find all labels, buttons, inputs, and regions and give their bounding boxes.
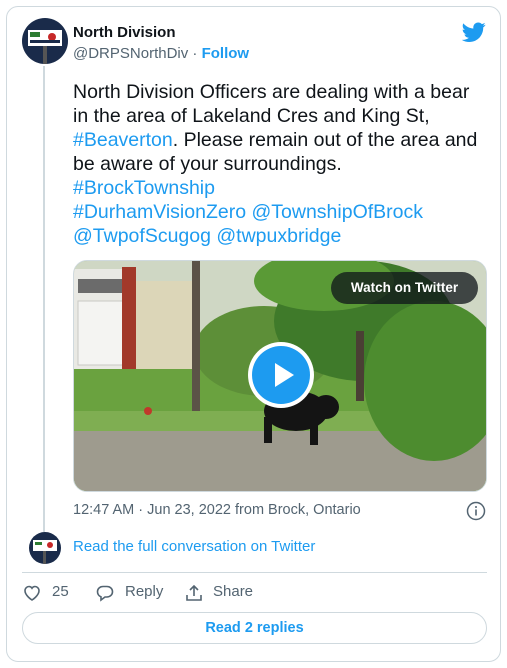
- reply-button[interactable]: Reply: [125, 583, 163, 605]
- share-button[interactable]: Share: [213, 583, 253, 605]
- hashtag-brocktownship[interactable]: #BrockTownship: [73, 177, 215, 199]
- tweet-text: North Division Officers are dealing with…: [73, 80, 493, 248]
- hashtag-durhamvisionzero[interactable]: #DurhamVisionZero: [73, 201, 246, 223]
- mention-twpofscugog[interactable]: @TwpofScugog: [73, 225, 211, 247]
- tweet-line-4: be aware of your surroundings.: [73, 153, 342, 175]
- read-replies-button[interactable]: Read 2 replies: [22, 612, 487, 644]
- tweet-line-6: #DurhamVisionZero @TownshipOfBrock: [73, 200, 493, 224]
- divider: [22, 572, 487, 573]
- separator-dot: ·: [192, 45, 198, 62]
- read-conversation-link[interactable]: Read the full conversation on Twitter: [73, 538, 315, 555]
- play-button[interactable]: [248, 342, 314, 408]
- tweet-line-3-text: . Please remain out of the area and: [172, 129, 478, 151]
- thread-line: [43, 66, 45, 532]
- play-icon: [275, 363, 294, 387]
- like-count[interactable]: 25: [52, 583, 69, 605]
- author-handle[interactable]: @DRPSNorthDiv: [73, 45, 188, 62]
- avatar-small-image: [29, 532, 61, 564]
- tweet-line-5: #BrockTownship: [73, 176, 493, 200]
- tweet-line-3: #Beaverton. Please remain out of the are…: [73, 128, 493, 152]
- hashtag-beaverton[interactable]: #Beaverton: [73, 129, 173, 151]
- tweet-timestamp[interactable]: 12:47 AM · Jun 23, 2022 from Brock, Onta…: [73, 502, 361, 518]
- author-name[interactable]: North Division: [73, 24, 176, 41]
- follow-button[interactable]: Follow: [202, 45, 250, 62]
- mention-townshipofbrock[interactable]: @TownshipOfBrock: [251, 201, 423, 223]
- heart-icon[interactable]: [22, 583, 42, 603]
- twitter-bird-icon[interactable]: [462, 20, 486, 44]
- mention-twpuxbridge[interactable]: @twpuxbridge: [216, 225, 341, 247]
- play-circle: [252, 346, 310, 404]
- tweet-line-1: North Division Officers are dealing with…: [73, 81, 470, 103]
- info-icon[interactable]: [466, 501, 486, 521]
- tweet-line-2: in the area of Lakeland Cres and King St…: [73, 105, 430, 127]
- avatar[interactable]: [22, 18, 68, 64]
- avatar-small[interactable]: [29, 532, 61, 564]
- reply-icon[interactable]: [95, 583, 115, 603]
- avatar-image: [22, 18, 68, 64]
- watch-on-twitter-button[interactable]: Watch on Twitter: [331, 272, 478, 304]
- share-icon[interactable]: [184, 583, 204, 603]
- tweet-line-7: @TwpofScugog @twpuxbridge: [73, 224, 493, 248]
- author-handle-row: @DRPSNorthDiv · Follow: [73, 45, 249, 62]
